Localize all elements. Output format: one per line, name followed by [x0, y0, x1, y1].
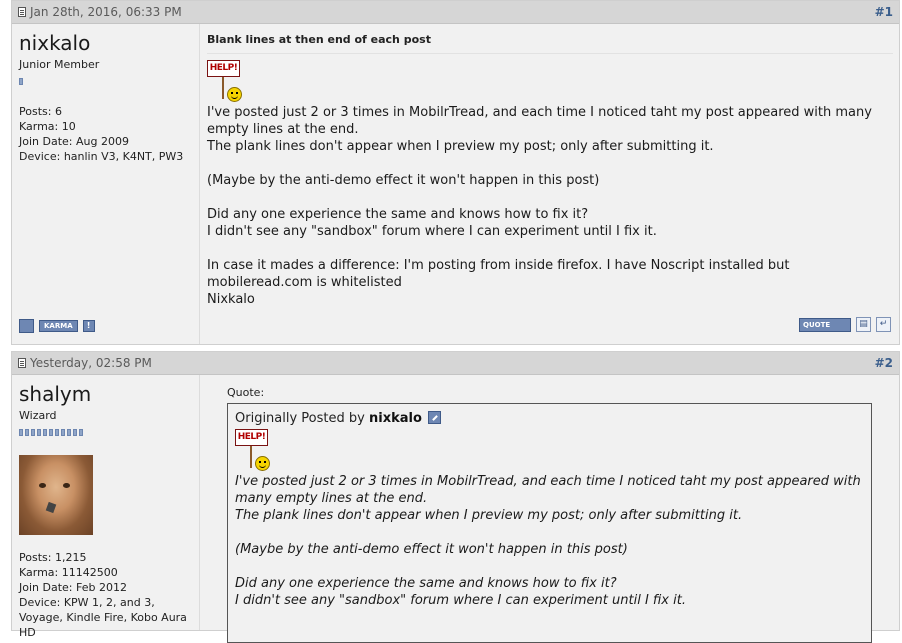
post-document-icon: [18, 358, 26, 368]
message-line: I've posted just 2 or 3 times in MobilrT…: [207, 105, 872, 137]
quoted-message: I've posted just 2 or 3 times in MobilrT…: [235, 473, 863, 609]
quote-button[interactable]: QUOTE: [799, 317, 851, 332]
post-document-icon: [18, 7, 26, 17]
message-line: In case it mades a difference: I'm posti…: [207, 258, 790, 290]
message-line: (Maybe by the anti-demo effect it won't …: [235, 542, 628, 557]
karma-button[interactable]: KARMA: [39, 320, 78, 332]
post-message: I've posted just 2 or 3 times in MobilrT…: [207, 104, 893, 308]
reputation-pip: [43, 429, 47, 436]
reputation-pip: [31, 429, 35, 436]
user-device: Device: hanlin V3, K4NT, PW3: [19, 150, 184, 163]
quote-header: Originally Posted by nixkalo: [235, 410, 863, 427]
reputation-pip: [67, 429, 71, 436]
post-content: Blank lines at then end of each post HEL…: [207, 24, 893, 344]
post-date: Yesterday, 02:58 PM: [30, 356, 152, 370]
quoted-author: nixkalo: [368, 411, 422, 426]
username-link[interactable]: shalym: [19, 381, 199, 407]
help-sign-smiley-icon: HELP!: [235, 429, 275, 473]
reputation-pip: [19, 78, 23, 85]
post-header: Yesterday, 02:58 PM #2: [12, 352, 899, 375]
help-sign-smiley-icon: HELP!: [207, 60, 247, 104]
message-line: The plank lines don't appear when I prev…: [235, 508, 743, 523]
post-2: Yesterday, 02:58 PM #2 shalym Wizard Pos…: [11, 351, 900, 643]
reputation-pip: [79, 429, 83, 436]
avatar[interactable]: [19, 455, 93, 535]
message-line: I've posted just 2 or 3 times in MobilrT…: [235, 474, 861, 506]
user-info-panel: shalym Wizard Posts: 1,215 Karma: 111425…: [12, 375, 200, 639]
help-sign-text: HELP!: [235, 429, 268, 446]
user-device: Device: KPW 1, 2, and 3, Voyage, Kindle …: [19, 596, 187, 639]
post-header: Jan 28th, 2016, 06:33 PM #1: [12, 1, 899, 24]
user-karma: Karma: 10: [19, 120, 76, 133]
reputation-pip: [73, 429, 77, 436]
user-title: Wizard: [19, 409, 57, 422]
reputation-pip: [25, 429, 29, 436]
reputation-pip: [19, 429, 23, 436]
report-post-button[interactable]: !: [82, 320, 95, 332]
message-line: Did any one experience the same and know…: [207, 207, 589, 222]
quote-prefix: Originally Posted by: [235, 411, 365, 426]
user-profile-button[interactable]: [19, 319, 34, 333]
message-line: Did any one experience the same and know…: [235, 576, 617, 591]
post-number-link[interactable]: #2: [875, 352, 893, 374]
reputation-pip: [49, 429, 53, 436]
user-karma: Karma: 11142500: [19, 566, 118, 579]
help-sign-text: HELP!: [207, 60, 240, 77]
message-line: I didn't see any "sandbox" forum where I…: [207, 224, 657, 239]
user-posts-count: Posts: 6: [19, 105, 62, 118]
quote-label: Quote:: [227, 386, 265, 399]
reputation-bar: [19, 78, 199, 86]
multi-quote-icon[interactable]: ▤: [856, 317, 871, 332]
user-info-panel: nixkalo Junior Member Posts: 6 Karma: 10…: [12, 24, 200, 344]
message-line: The plank lines don't appear when I prev…: [207, 139, 714, 154]
reputation-pip: [61, 429, 65, 436]
user-join-date: Join Date: Aug 2009: [19, 135, 129, 148]
quick-reply-icon[interactable]: ↵: [876, 317, 891, 332]
post-number-link[interactable]: #1: [875, 1, 893, 23]
reputation-bar: [19, 429, 199, 437]
quote-box: Originally Posted by nixkalo HELP! I've …: [227, 403, 872, 643]
post-content: Quote: Originally Posted by nixkalo HELP…: [200, 375, 893, 643]
post-1: Jan 28th, 2016, 06:33 PM #1 nixkalo Juni…: [11, 0, 900, 345]
post-title: Blank lines at then end of each post: [207, 33, 893, 54]
post-date: Jan 28th, 2016, 06:33 PM: [30, 5, 182, 19]
user-posts-count: Posts: 1,215: [19, 551, 87, 564]
user-title: Junior Member: [19, 58, 100, 71]
message-line: (Maybe by the anti-demo effect it won't …: [207, 173, 600, 188]
view-post-icon[interactable]: [428, 411, 442, 424]
message-line: Nixkalo: [207, 292, 255, 307]
reputation-pip: [55, 429, 59, 436]
username-link[interactable]: nixkalo: [19, 30, 199, 56]
user-join-date: Join Date: Feb 2012: [19, 581, 127, 594]
reputation-pip: [37, 429, 41, 436]
message-line: I didn't see any "sandbox" forum where I…: [235, 593, 686, 608]
